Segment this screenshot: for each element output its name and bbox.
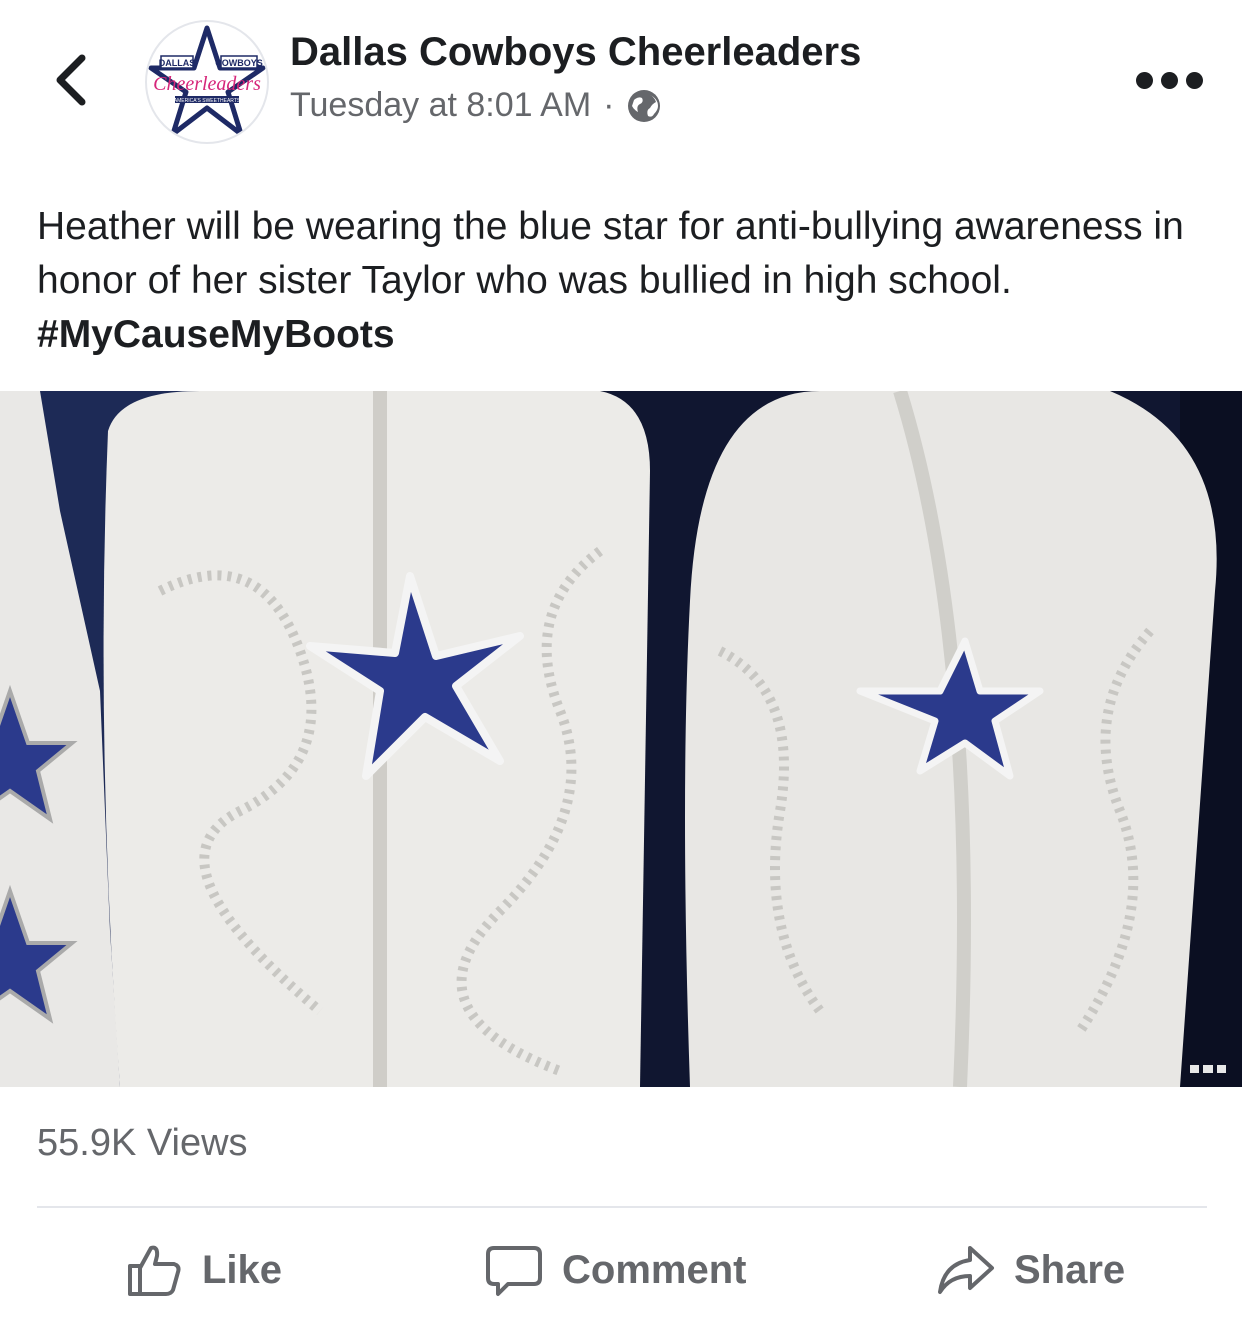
meta-separator: · [603,86,615,124]
post-timestamp[interactable]: Tuesday at 8:01 AM [290,86,591,125]
hashtag-link[interactable]: #MyCauseMyBoots [37,313,395,356]
share-arrow-icon [938,1246,994,1294]
like-label: Like [202,1247,283,1292]
video-options-dash [1216,1065,1226,1073]
svg-text:Cheerleaders: Cheerleaders [153,73,261,95]
svg-text:DALLAS: DALLAS [159,58,196,68]
svg-text:COWBOYS: COWBOYS [215,58,263,68]
more-dot-icon [1161,71,1178,89]
comment-button[interactable]: Comment [484,1230,746,1310]
thumbs-up-icon [128,1245,181,1296]
caption-text: Heather will be wearing the blue star fo… [37,205,1184,302]
video-options-dash [1203,1065,1213,1073]
cheerleaders-logo: DALLAS COWBOYS Cheerleaders AMERICA'S SW… [148,25,266,137]
chevron-left-icon [56,54,86,106]
more-dot-icon [1186,71,1203,89]
post-header: DALLAS COWBOYS Cheerleaders AMERICA'S SW… [0,0,1242,170]
page-name-link[interactable]: Dallas Cowboys Cheerleaders [290,30,861,75]
comment-label: Comment [562,1247,747,1292]
video-options-dash [1190,1065,1200,1073]
globe-icon [628,89,661,122]
actions-divider [37,1206,1207,1208]
more-options-button[interactable] [1136,66,1206,94]
like-button[interactable]: Like [124,1230,282,1310]
svg-text:AMERICA'S SWEETHEARTS: AMERICA'S SWEETHEARTS [174,98,241,104]
comment-bubble-icon [486,1246,542,1296]
share-label: Share [1014,1247,1126,1292]
share-button[interactable]: Share [936,1230,1125,1310]
video-player[interactable] [0,391,1242,1087]
view-count: 55.9K Views [37,1122,248,1164]
post-caption: Heather will be wearing the blue star fo… [37,200,1207,362]
post-meta: Tuesday at 8:01 AM · [290,86,662,125]
video-thumbnail [0,391,1242,1087]
video-options-icon[interactable] [1190,1065,1226,1073]
page-avatar[interactable]: DALLAS COWBOYS Cheerleaders AMERICA'S SW… [145,20,269,144]
more-dot-icon [1136,71,1153,89]
back-button[interactable] [48,50,98,110]
